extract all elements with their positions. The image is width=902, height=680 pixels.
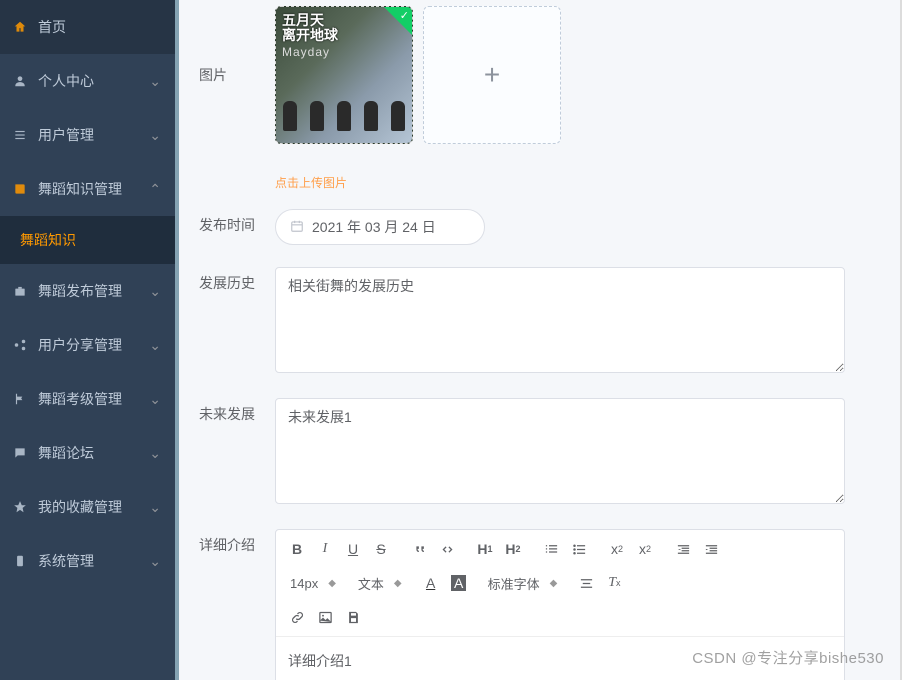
sidebar-label: 用户分享管理 [38, 335, 122, 355]
sidebar-item-dance-publish[interactable]: 舞蹈发布管理 ⌄ [0, 264, 175, 318]
sidebar-item-system[interactable]: 系统管理 ⌄ [0, 534, 175, 588]
chevron-up-icon: ⌃ [149, 181, 161, 198]
ordered-list-button[interactable] [538, 536, 564, 562]
bg-color-button[interactable]: A [446, 570, 472, 596]
chevron-down-icon: ⌄ [149, 337, 161, 354]
image-button[interactable] [312, 604, 338, 630]
caret-icon: ◆ [328, 578, 336, 589]
add-image-button[interactable]: + [423, 6, 561, 144]
sidebar-item-users[interactable]: 用户管理 ⌄ [0, 108, 175, 162]
save-button[interactable] [340, 604, 366, 630]
unordered-list-button[interactable] [566, 536, 592, 562]
outdent-button[interactable] [670, 536, 696, 562]
sidebar-label: 舞蹈考级管理 [38, 389, 122, 409]
underline-button[interactable]: U [340, 536, 366, 562]
sidebar-label: 系统管理 [38, 551, 94, 571]
sidebar-label: 舞蹈知识管理 [38, 179, 122, 199]
strikethrough-button[interactable]: S [368, 536, 394, 562]
superscript-button[interactable]: x2 [632, 536, 658, 562]
upload-hint: 点击上传图片 [275, 174, 845, 191]
thumb-title-cn: 五月天 离开地球 [282, 13, 338, 44]
italic-button[interactable]: I [312, 536, 338, 562]
sidebar-item-dance-forum[interactable]: 舞蹈论坛 ⌄ [0, 426, 175, 480]
chevron-down-icon: ⌄ [149, 553, 161, 570]
publish-time-input[interactable] [312, 219, 470, 235]
form-row-image: 图片 五月天 离开地球 Mayday + [179, 6, 902, 144]
h2-button[interactable]: H2 [500, 536, 526, 562]
history-textarea[interactable] [275, 267, 845, 373]
sidebar-label: 用户管理 [38, 125, 94, 145]
text-type-select[interactable]: 文本◆ [352, 570, 408, 596]
publish-time-field[interactable] [275, 209, 485, 245]
calendar-icon [290, 219, 304, 236]
plus-icon: + [484, 59, 500, 91]
chevron-down-icon: ⌄ [149, 283, 161, 300]
star-icon [12, 499, 28, 515]
h1-button[interactable]: H1 [472, 536, 498, 562]
sidebar-item-dance-knowledge[interactable]: 舞蹈知识管理 ⌃ [0, 162, 175, 216]
indent-button[interactable] [698, 536, 724, 562]
sidebar-item-home[interactable]: 首页 [0, 0, 175, 54]
sidebar: 首页 个人中心 ⌄ 用户管理 ⌄ 舞蹈知识管理 ⌃ 舞蹈知识 舞蹈发布管理 ⌄ … [0, 0, 175, 680]
sidebar-item-user-share[interactable]: 用户分享管理 ⌄ [0, 318, 175, 372]
thumb-title-en: Mayday [282, 45, 330, 59]
share-icon [12, 337, 28, 353]
sidebar-subitem-dance-knowledge[interactable]: 舞蹈知识 [0, 216, 175, 264]
future-textarea[interactable] [275, 398, 845, 504]
image-label: 图片 [199, 59, 263, 91]
link-button[interactable] [284, 604, 310, 630]
future-label: 未来发展 [199, 398, 263, 430]
align-button[interactable] [573, 570, 599, 596]
sidebar-label: 首页 [38, 17, 66, 37]
detail-label: 详细介绍 [199, 529, 263, 561]
history-label: 发展历史 [199, 267, 263, 299]
chevron-down-icon: ⌄ [149, 445, 161, 462]
font-size-select[interactable]: 14px◆ [284, 570, 342, 596]
editor-content[interactable]: 详细介绍1 [276, 637, 844, 680]
quote-button[interactable] [406, 536, 432, 562]
sidebar-label: 舞蹈论坛 [38, 443, 94, 463]
clear-format-button[interactable]: Tx [601, 570, 627, 596]
editor-toolbar: B I U S H1 H2 x2 [276, 530, 844, 637]
subscript-button[interactable]: x2 [604, 536, 630, 562]
sidebar-label: 个人中心 [38, 71, 94, 91]
sidebar-item-my-favorites[interactable]: 我的收藏管理 ⌄ [0, 480, 175, 534]
rich-text-editor: B I U S H1 H2 x2 [275, 529, 845, 680]
sidebar-label: 舞蹈知识 [20, 230, 76, 250]
chevron-down-icon: ⌄ [149, 391, 161, 408]
font-color-button[interactable]: A [418, 570, 444, 596]
form-row-detail: 详细介绍 B I U S H1 H2 [179, 529, 902, 680]
home-icon [12, 19, 28, 35]
form-row-future: 未来发展 [179, 398, 902, 507]
chevron-down-icon: ⌄ [149, 73, 161, 90]
publish-time-label: 发布时间 [199, 209, 263, 241]
uploaded-image-thumb[interactable]: 五月天 离开地球 Mayday [275, 6, 413, 144]
chevron-down-icon: ⌄ [149, 499, 161, 516]
font-family-select[interactable]: 标准字体◆ [482, 570, 564, 596]
mobile-icon [12, 553, 28, 569]
sidebar-label: 舞蹈发布管理 [38, 281, 122, 301]
form-row-history: 发展历史 [179, 267, 902, 376]
briefcase-icon [12, 283, 28, 299]
user-icon [12, 73, 28, 89]
code-button[interactable] [434, 536, 460, 562]
caret-icon: ◆ [394, 578, 402, 589]
sidebar-item-profile[interactable]: 个人中心 ⌄ [0, 54, 175, 108]
chat-icon [12, 445, 28, 461]
caret-icon: ◆ [550, 578, 558, 589]
flag-icon [12, 391, 28, 407]
sidebar-item-dance-exam[interactable]: 舞蹈考级管理 ⌄ [0, 372, 175, 426]
check-icon [384, 7, 412, 35]
sidebar-label: 我的收藏管理 [38, 497, 122, 517]
form-row-publish-time: 发布时间 [179, 209, 902, 245]
bold-button[interactable]: B [284, 536, 310, 562]
main-content: 图片 五月天 离开地球 Mayday + [175, 0, 902, 680]
thumb-figures [276, 101, 412, 131]
chevron-down-icon: ⌄ [149, 127, 161, 144]
list-icon [12, 127, 28, 143]
book-icon [12, 181, 28, 197]
